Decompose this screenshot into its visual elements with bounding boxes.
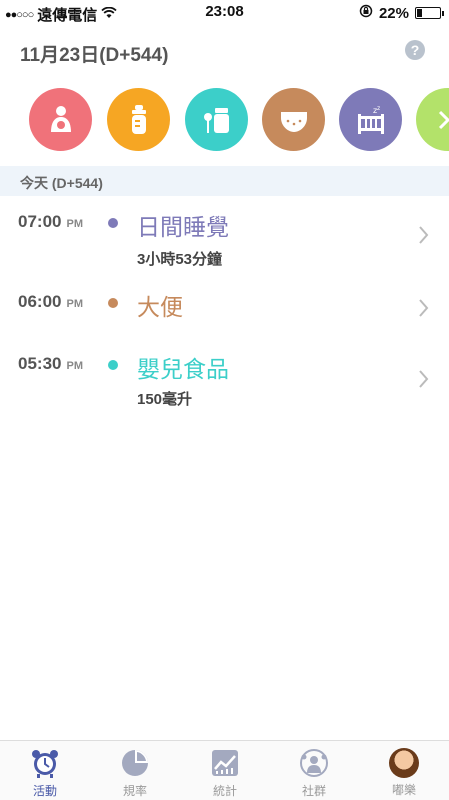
chevron-right-icon — [419, 297, 429, 323]
page-title[interactable]: 11月23日(D+544) — [20, 40, 168, 67]
line-chart-icon — [212, 750, 238, 776]
tab-activity[interactable]: 活動 — [0, 741, 90, 800]
bottle-icon — [131, 104, 146, 134]
tab-label: 嘟樂 — [391, 783, 416, 797]
log-entry-sleep[interactable]: 07:00 PM 日間睡覺 3小時53分鐘 — [0, 200, 449, 276]
status-bar: ●●○○○ 遠傳電信 23:08 22% — [0, 0, 449, 26]
nursing-button[interactable] — [29, 88, 92, 151]
tab-community[interactable]: 社群 — [269, 741, 359, 800]
log-ampm: PM — [66, 218, 83, 230]
timeline-dot — [108, 360, 118, 370]
community-icon — [300, 749, 328, 777]
help-button[interactable]: ? — [405, 40, 425, 60]
battery-percent: 22% — [378, 4, 409, 22]
more-categories-button[interactable] — [416, 88, 449, 151]
chevron-right-icon — [419, 368, 429, 394]
profile-avatar — [389, 748, 419, 778]
tab-pattern[interactable]: 規率 — [90, 741, 180, 800]
battery-icon — [415, 7, 444, 19]
log-entry-poop[interactable]: 06:00 PM 大便 — [0, 280, 449, 340]
pie-chart-icon — [122, 750, 148, 776]
log-entry-baby-food[interactable]: 05:30 PM 嬰兒食品 150毫升 — [0, 340, 449, 416]
chevron-right-icon — [438, 110, 449, 129]
diaper-icon — [280, 111, 307, 132]
tab-bar: 活動 規率 統計 社群 嘟樂 — [0, 740, 449, 800]
timeline-dot — [108, 298, 118, 308]
section-label: 今天 (D+544) — [20, 175, 103, 191]
nursing-icon — [50, 105, 71, 132]
log-detail: 3小時53分鐘 — [137, 251, 223, 268]
crib-icon: zz — [357, 105, 384, 134]
tab-label: 活動 — [32, 784, 57, 798]
tab-label: 社群 — [301, 784, 326, 798]
timeline-dot — [108, 218, 118, 228]
log-title: 大便 — [137, 294, 183, 320]
sleep-button[interactable]: zz — [339, 88, 402, 151]
log-title: 日間睡覺 — [137, 214, 229, 240]
log-detail: 150毫升 — [137, 391, 193, 408]
section-header: 今天 (D+544) — [0, 166, 449, 196]
alarm-clock-icon — [32, 750, 58, 778]
tab-statistics[interactable]: 統計 — [180, 741, 270, 800]
log-time: 06:00 — [18, 292, 62, 311]
tab-label: 規率 — [122, 784, 147, 798]
diaper-button[interactable] — [262, 88, 325, 151]
tab-profile[interactable]: 嘟樂 — [359, 741, 449, 800]
svg-text:z: z — [377, 105, 380, 112]
log-title: 嬰兒食品 — [137, 356, 229, 382]
bottle-button[interactable] — [107, 88, 170, 151]
rotation-lock-icon — [359, 4, 373, 22]
tab-label: 統計 — [212, 784, 237, 798]
log-ampm: PM — [66, 360, 83, 372]
baby-food-button[interactable] — [185, 88, 248, 151]
category-carousel[interactable]: zz — [0, 88, 449, 152]
log-ampm: PM — [66, 298, 83, 310]
log-time: 07:00 — [18, 212, 62, 231]
log-time: 05:30 — [18, 354, 62, 373]
chevron-right-icon — [419, 224, 429, 250]
baby-food-icon — [203, 107, 229, 133]
